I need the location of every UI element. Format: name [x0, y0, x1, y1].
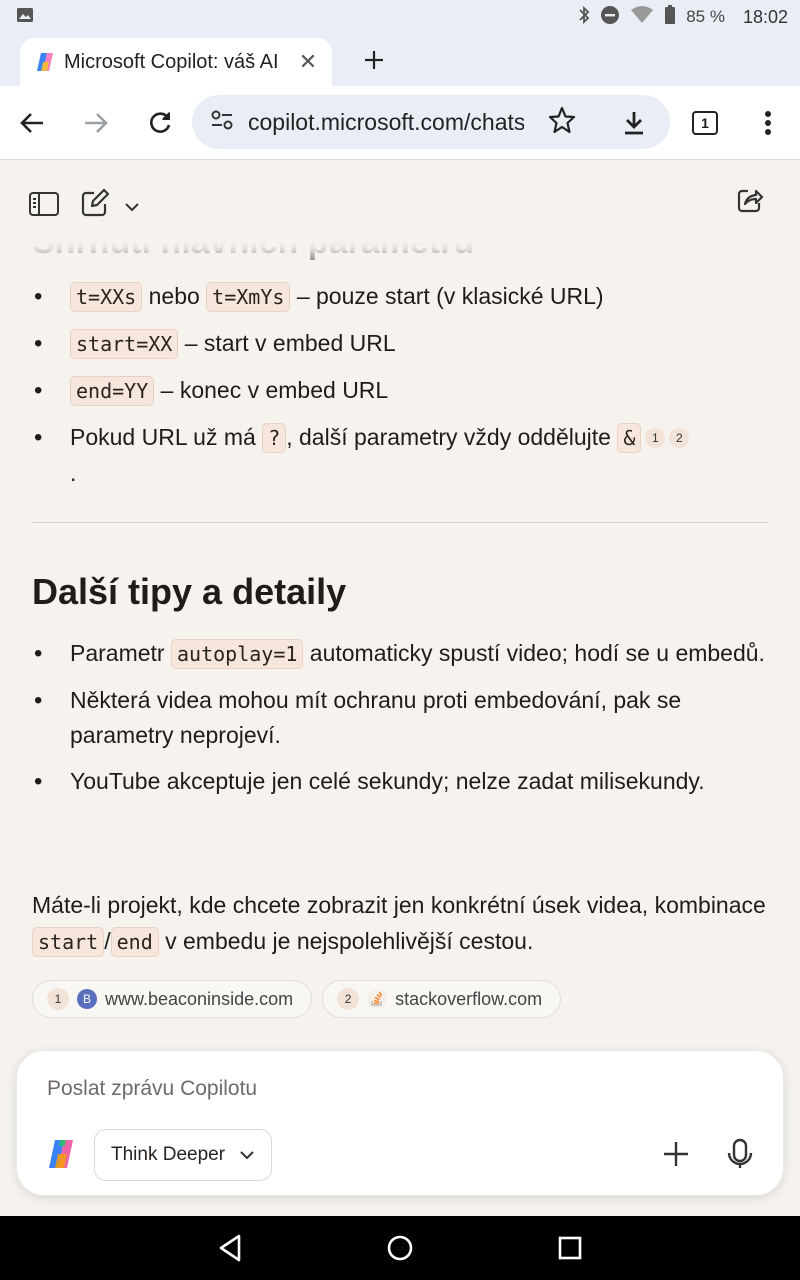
inline-code: start [32, 927, 105, 957]
bluetooth-icon [578, 5, 590, 30]
add-attachment-button[interactable] [657, 1135, 695, 1173]
list-item: end=YY – konec v embed URL [32, 373, 772, 409]
nav-back-icon[interactable] [215, 1232, 247, 1264]
list-item: Pokud URL už má ?, další parametry vždy … [32, 420, 772, 491]
sidebar-toggle-button[interactable] [28, 190, 60, 223]
chevron-down-icon [239, 1144, 255, 1166]
message-composer[interactable]: Poslat zprávu Copilotu Think Deeper [16, 1050, 784, 1196]
inline-code: autoplay=1 [170, 639, 304, 669]
list-item: Některá videa mohou mít ochranu proti em… [32, 683, 772, 753]
status-bar: 85 % 18:02 [0, 0, 800, 34]
clock: 18:02 [742, 6, 788, 27]
list-item: YouTube akceptuje jen celé sekundy; nelz… [32, 764, 772, 799]
microphone-button[interactable] [721, 1135, 759, 1173]
system-navigation-bar [0, 1216, 800, 1280]
share-button[interactable] [736, 186, 764, 219]
bookmark-star-icon[interactable] [548, 106, 576, 139]
inline-code: & [617, 423, 642, 453]
message-input[interactable]: Poslat zprávu Copilotu [47, 1077, 257, 1101]
browser-tab[interactable]: Microsoft Copilot: váš AI ✕ [20, 38, 332, 86]
do-not-disturb-icon [600, 5, 620, 30]
inline-code: end [110, 927, 159, 957]
reload-button[interactable] [128, 91, 192, 155]
citation-badge[interactable]: 2 [669, 428, 690, 448]
forward-button[interactable] [64, 91, 128, 155]
close-tab-icon[interactable]: ✕ [294, 49, 322, 75]
section-divider [32, 522, 769, 523]
tab-strip: Microsoft Copilot: váš AI ✕ [0, 34, 800, 86]
battery-icon [664, 4, 676, 30]
list-item: Parametr autoplay=1 automaticky spustí v… [32, 636, 772, 672]
list-item: start=XX – start v embed URL [32, 326, 772, 362]
mode-label: Think Deeper [111, 1144, 226, 1165]
gallery-notification-icon [16, 7, 34, 28]
beaconinside-favicon-icon: B [77, 989, 97, 1009]
wifi-icon [630, 5, 654, 29]
new-tab-button[interactable] [358, 44, 390, 76]
stackoverflow-favicon-icon [367, 989, 388, 1009]
inline-code: ? [262, 423, 287, 453]
source-chip-stackoverflow[interactable]: 2 stackoverflow.com [322, 980, 562, 1018]
back-button[interactable] [0, 91, 64, 155]
inline-code: t=XXs [70, 282, 143, 312]
battery-percent: 85 % [686, 7, 725, 26]
new-chat-button[interactable] [80, 188, 110, 223]
url-text[interactable]: copilot.microsoft.com/chats [248, 109, 524, 136]
source-chip-beaconinside[interactable]: 1 B www.beaconinside.com [32, 980, 313, 1018]
list-item: t=XXs nebo t=XmYs – pouze start (v klasi… [32, 279, 772, 315]
copilot-favicon-icon [34, 51, 56, 73]
inline-code: start=XX [70, 329, 179, 359]
download-button[interactable] [602, 91, 666, 155]
source-label: www.beaconinside.com [105, 988, 294, 1009]
browser-toolbar: copilot.microsoft.com/chats 1 [0, 86, 800, 160]
closing-paragraph: Máte-li projekt, kde chcete zobrazit jen… [32, 887, 772, 960]
mode-selector[interactable]: Think Deeper [94, 1129, 272, 1181]
copilot-logo-icon [45, 1137, 79, 1171]
menu-button[interactable] [736, 91, 800, 155]
inline-code: end=YY [70, 376, 155, 406]
site-settings-icon[interactable] [210, 110, 234, 135]
tips-list: Parametr autoplay=1 automaticky spustí v… [32, 636, 772, 810]
source-number: 1 [47, 988, 69, 1010]
summary-list: t=XXs nebo t=XmYs – pouze start (v klasi… [32, 279, 772, 502]
tab-switcher-button[interactable]: 1 [692, 111, 718, 135]
tips-heading: Další tipy a detaily [32, 571, 347, 612]
nav-recents-icon[interactable] [554, 1232, 586, 1264]
sources-row: 1 B www.beaconinside.com 2 stackoverflow… [32, 980, 562, 1018]
tab-title: Microsoft Copilot: váš AI [64, 50, 279, 73]
source-number: 2 [337, 988, 360, 1010]
nav-home-icon[interactable] [384, 1232, 416, 1264]
source-label: stackoverflow.com [395, 988, 543, 1009]
chevron-down-icon[interactable] [124, 199, 140, 217]
inline-code: t=XmYs [206, 282, 291, 312]
citation-badge[interactable]: 1 [645, 428, 666, 448]
address-bar[interactable]: copilot.microsoft.com/chats [192, 95, 670, 149]
